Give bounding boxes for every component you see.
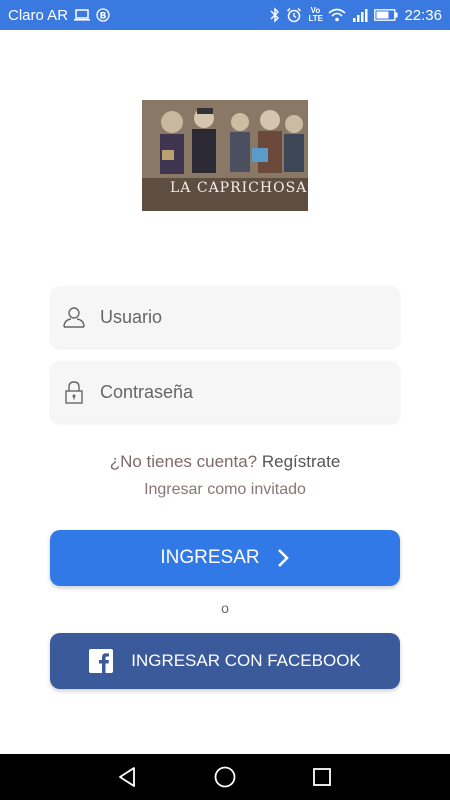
or-separator: o xyxy=(221,600,229,616)
volte-label: Vo LTE xyxy=(308,6,323,23)
navigation-bar xyxy=(0,754,450,800)
password-input[interactable] xyxy=(98,380,372,404)
status-bar-left: Claro AR B xyxy=(8,7,110,24)
alarm-icon xyxy=(286,7,302,23)
carrier-label: Claro AR xyxy=(8,6,69,24)
guest-login-link[interactable]: Ingresar como invitado xyxy=(0,481,450,499)
login-button-label: INGRESAR xyxy=(160,547,260,568)
chevron-right-icon xyxy=(276,548,290,568)
facebook-button-label: INGRESAR CON FACEBOOK xyxy=(131,651,361,670)
lock-icon xyxy=(62,380,86,404)
status-bar-right: Vo LTE 22:36 xyxy=(270,7,442,24)
laptop-icon xyxy=(74,9,91,21)
password-field[interactable] xyxy=(50,361,400,423)
clock: 22:36 xyxy=(404,6,442,24)
battery-icon xyxy=(374,9,398,21)
logo-text: LA CAPRICHOSA 97 xyxy=(170,180,308,196)
status-bar: Claro AR B Vo LTE 22:36 xyxy=(0,0,450,30)
volte-icon: Vo LTE xyxy=(308,6,323,23)
bluetooth-icon xyxy=(270,7,280,23)
signup-link[interactable]: Regístrate xyxy=(262,452,340,471)
svg-text:B: B xyxy=(100,12,107,22)
wifi-icon xyxy=(328,8,346,22)
back-icon[interactable] xyxy=(115,764,141,790)
home-icon[interactable] xyxy=(212,764,238,790)
login-button[interactable]: INGRESAR xyxy=(50,530,400,586)
signup-prompt-text: ¿No tienes cuenta? xyxy=(109,452,258,471)
signal-icon xyxy=(352,8,368,22)
band-logo-image: LA CAPRICHOSA 97 xyxy=(142,100,308,211)
username-input[interactable] xyxy=(98,305,372,329)
facebook-icon xyxy=(89,649,114,673)
recents-icon[interactable] xyxy=(309,764,335,790)
user-icon xyxy=(62,305,86,329)
facebook-login-button[interactable]: INGRESAR CON FACEBOOK xyxy=(50,633,400,689)
b-badge-icon: B xyxy=(96,8,110,22)
username-field[interactable] xyxy=(50,286,400,348)
signup-prompt: ¿No tienes cuenta? Regístrate xyxy=(0,452,450,472)
